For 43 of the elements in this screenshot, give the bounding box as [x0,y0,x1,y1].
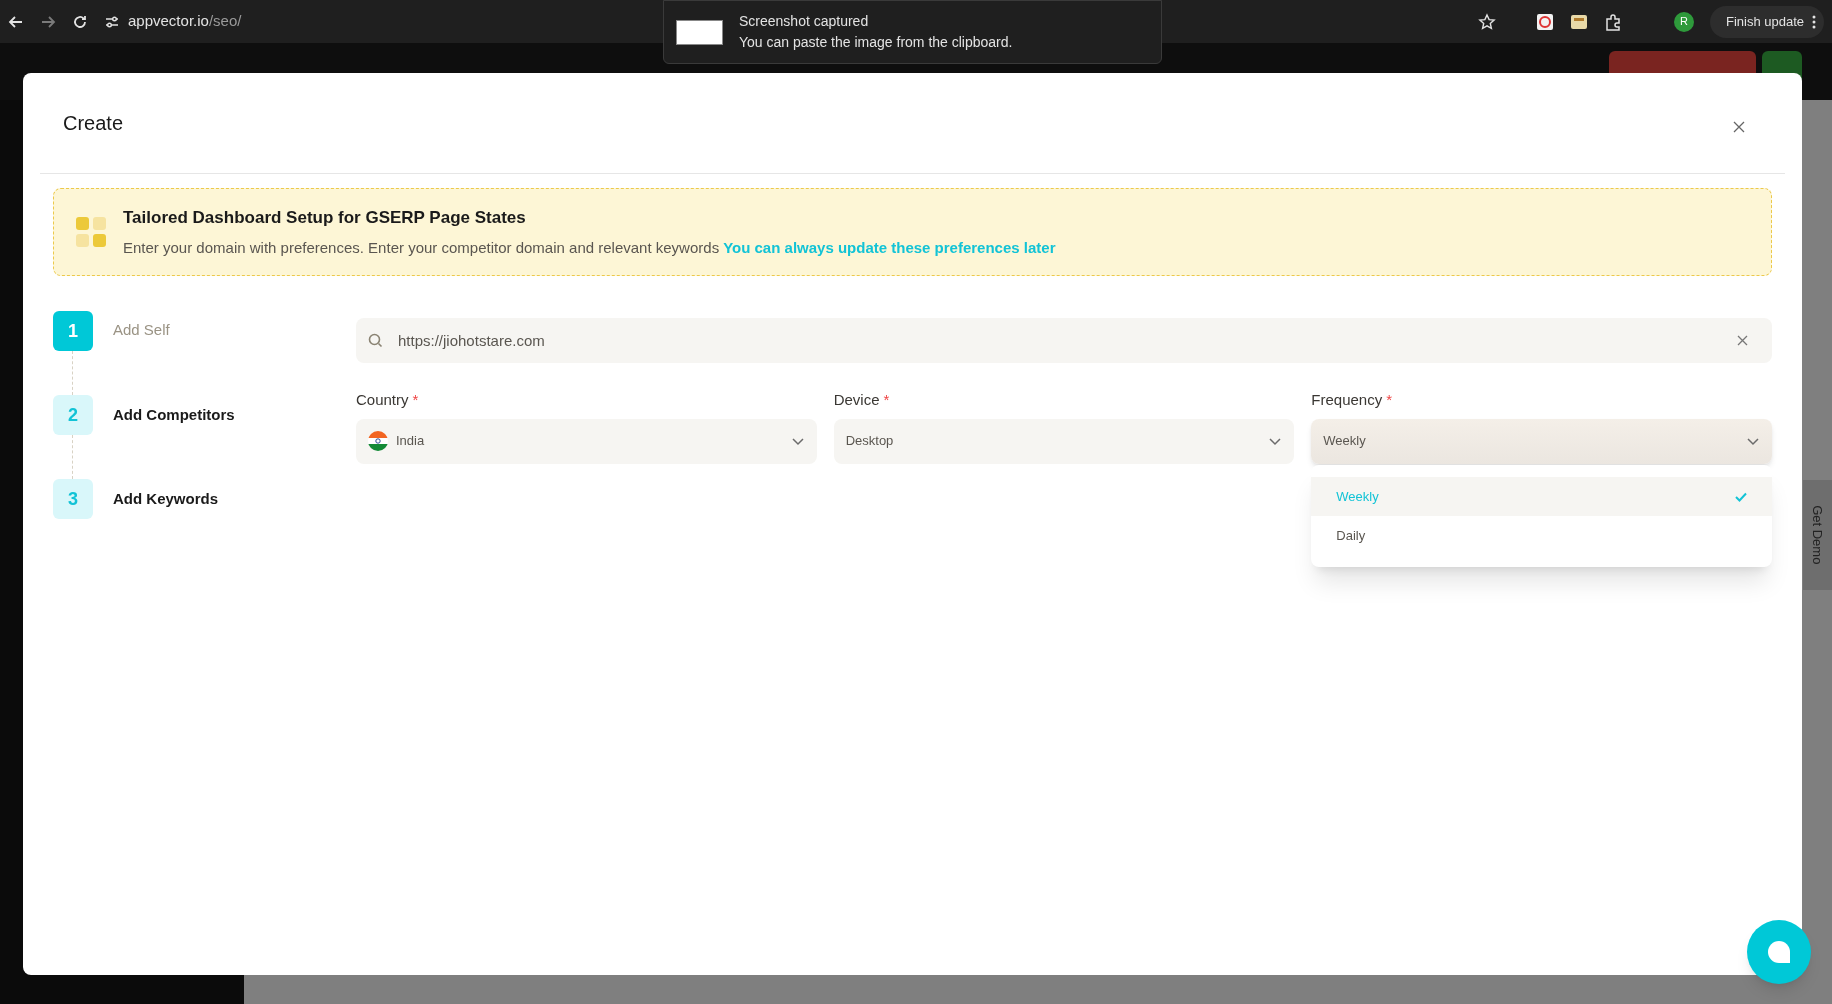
close-icon[interactable] [1733,121,1745,133]
domain-search-field[interactable]: https://jiohotstare.com [356,318,1772,363]
toast-message: You can paste the image from the clipboard. [739,33,1013,52]
required-mark: * [1386,390,1393,410]
extension-icon[interactable] [1535,12,1554,31]
step-label[interactable]: Add Keywords [113,487,218,511]
back-arrow-icon[interactable] [8,13,24,30]
chat-bubble-icon [1767,940,1791,964]
select-value: India [396,432,426,451]
dropdown-option[interactable]: Daily [1311,516,1772,555]
field-label: Device [833,390,880,410]
more-options-icon [1812,14,1816,29]
field-label: Country [356,390,409,410]
required-mark: * [412,390,419,410]
select-value: Desktop [845,432,895,451]
india-flag-icon [368,431,388,451]
search-icon [368,333,383,348]
puzzle-icon[interactable] [1603,12,1622,31]
banner-title: Tailored Dashboard Setup for GSERP Page States [123,207,527,229]
address-bar-url[interactable]: appvector.io/seo/ [128,10,242,33]
select-field[interactable]: Weekly [1311,418,1772,464]
extension-icon[interactable] [1569,12,1588,31]
toast-title: Screenshot captured [739,12,870,31]
screenshot-thumbnail [676,19,723,45]
select-value: Weekly [1323,432,1367,451]
star-icon[interactable] [1477,12,1496,31]
grid-icon [76,216,107,248]
reload-icon[interactable] [72,13,88,30]
check-icon [1735,491,1747,502]
select-field[interactable]: India [356,418,817,464]
dialog-title: Create [63,111,124,136]
required-mark: * [883,390,890,410]
select-field[interactable]: Desktop [833,418,1295,464]
forward-arrow-icon[interactable] [40,13,56,30]
banner-text: Enter your domain with preferences. Enter your competitor domain and relevant keywords [123,237,720,258]
step-number: 3 [53,479,93,519]
finish-update-button[interactable]: Finish update [1709,5,1824,38]
profile-avatar[interactable]: R [1673,11,1694,32]
step-number: 1 [53,311,93,351]
step-number: 2 [53,395,93,435]
step-label[interactable]: Add Competitors [113,403,235,427]
field-label: Frequency [1311,390,1383,410]
clear-icon[interactable] [1737,335,1748,346]
